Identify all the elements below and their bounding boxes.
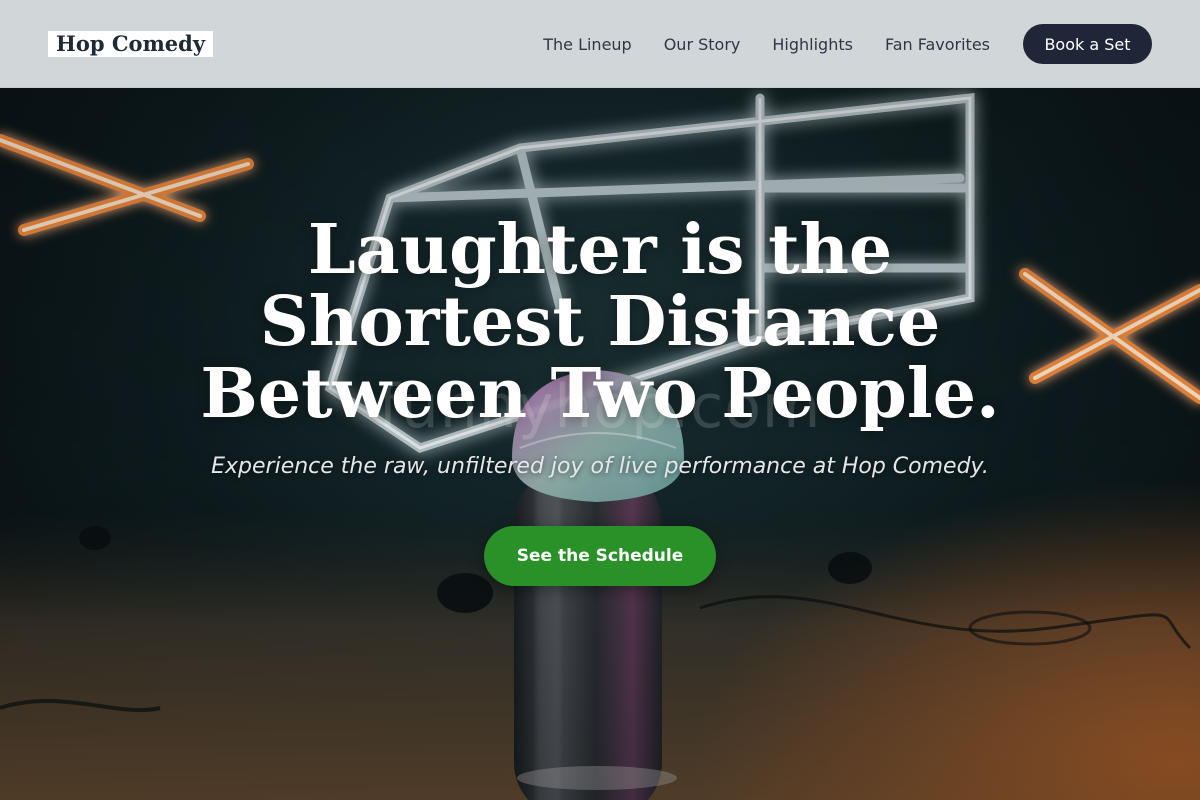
nav-links: The Lineup Our Story Highlights Fan Favo… (543, 0, 990, 88)
hero-overlay (0, 88, 1200, 800)
book-a-set-button[interactable]: Book a Set (1023, 24, 1152, 64)
nav-link-lineup[interactable]: The Lineup (543, 35, 631, 54)
hero-subheadline: Experience the raw, unfiltered joy of li… (211, 454, 989, 479)
navbar: Hop Comedy The Lineup Our Story Highligh… (0, 0, 1200, 88)
hero-section: funnyhop.com Laughter is the Shortest Di… (0, 88, 1200, 800)
hero-headline: Laughter is the Shortest Distance Betwee… (200, 210, 1000, 434)
see-schedule-button[interactable]: See the Schedule (484, 526, 716, 586)
nav-link-highlights[interactable]: Highlights (772, 35, 853, 54)
brand-logo[interactable]: Hop Comedy (48, 31, 214, 57)
nav-link-fan-favorites[interactable]: Fan Favorites (885, 35, 990, 54)
nav-link-our-story[interactable]: Our Story (664, 35, 741, 54)
